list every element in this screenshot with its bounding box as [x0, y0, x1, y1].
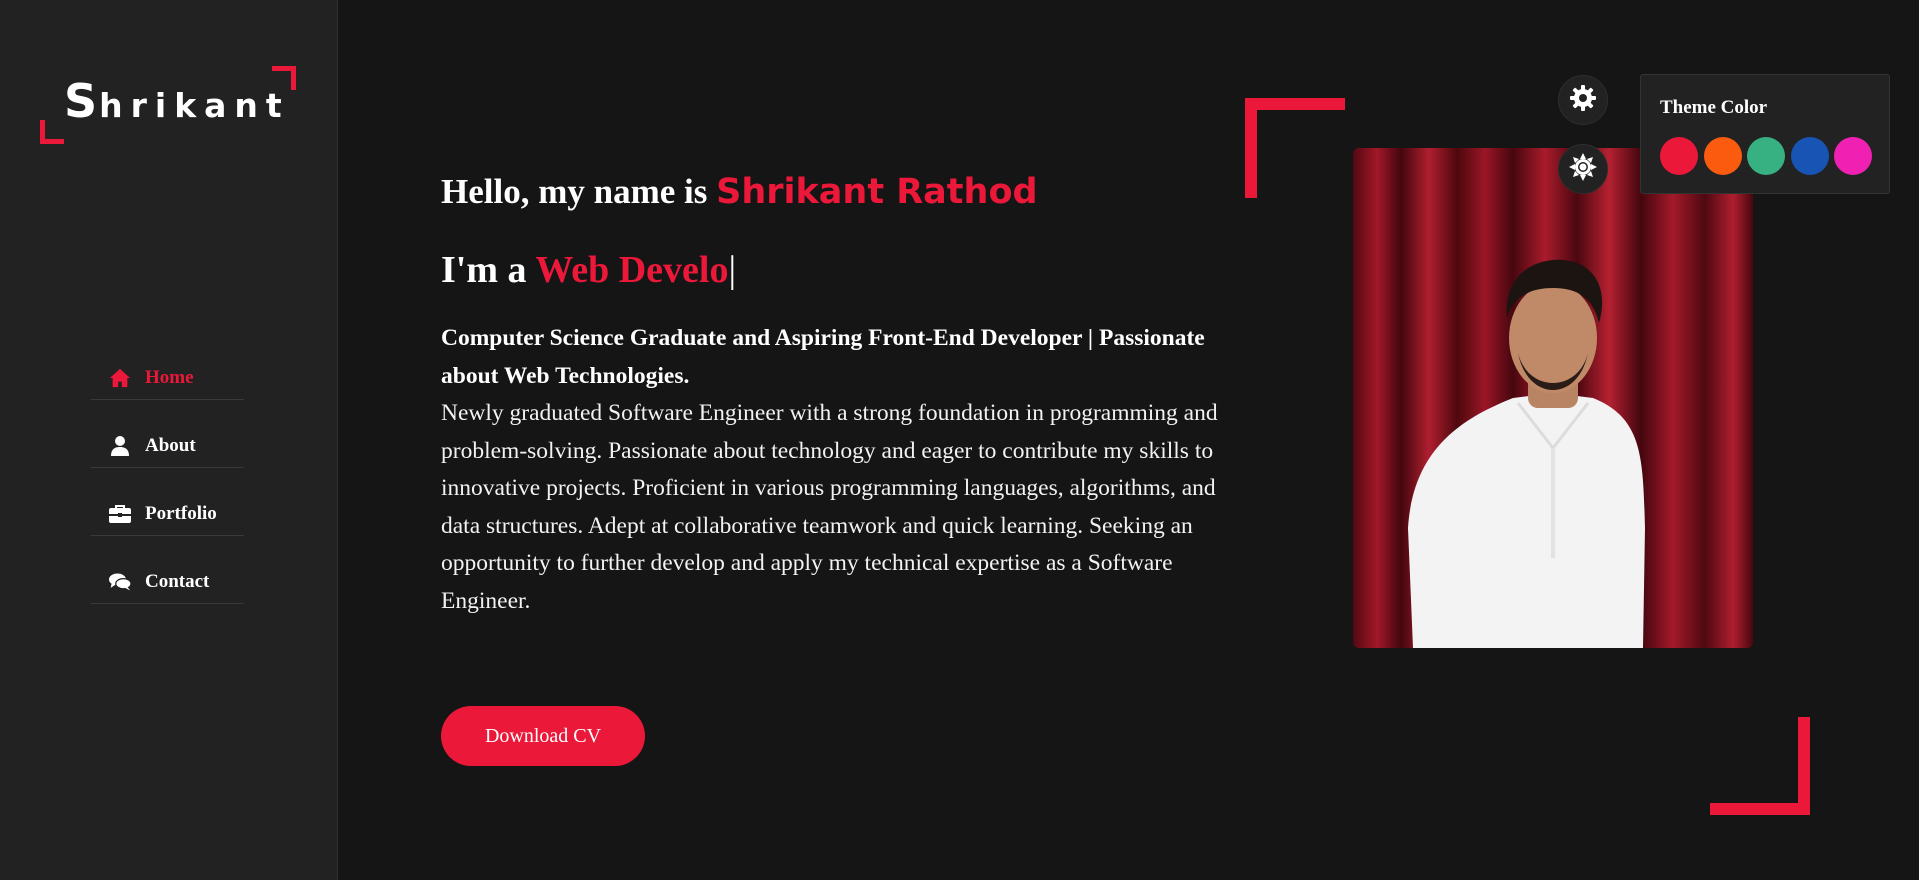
theme-swatch-blue[interactable]: [1790, 137, 1829, 175]
main-nav: Home About Portfolio Contact: [91, 356, 244, 628]
greeting-heading: Hello, my name is Shrikant Rathod: [441, 172, 1038, 212]
logo-corner-bottom-left: [40, 120, 64, 144]
greeting-text: Hello, my name is: [441, 172, 717, 211]
theme-color-panel: Theme Color: [1640, 74, 1890, 194]
nav-item-label: Portfolio: [145, 502, 217, 524]
bio-text: Newly graduated Software Engineer with a…: [441, 400, 1218, 614]
role-heading: I'm a Web Develo|: [441, 248, 736, 292]
logo-rest: hrikant: [99, 86, 290, 125]
settings-toggle-button[interactable]: [1558, 75, 1608, 125]
day-night-toggle-button[interactable]: [1558, 144, 1608, 194]
theme-swatch-orange[interactable]: [1703, 137, 1742, 175]
theme-swatches: [1660, 137, 1878, 175]
profile-photo: [1353, 148, 1753, 648]
greeting-name: Shrikant Rathod: [716, 172, 1038, 212]
typing-cursor: |: [728, 249, 737, 291]
bio-headline: Computer Science Graduate and Aspiring F…: [441, 325, 1205, 389]
sun-icon: [1569, 152, 1597, 186]
logo[interactable]: Shrikant: [40, 66, 296, 144]
home-section: Hello, my name is Shrikant Rathod I'm a …: [338, 0, 1919, 880]
theme-swatch-green[interactable]: [1747, 137, 1785, 175]
comments-icon: [109, 571, 131, 593]
download-cv-button[interactable]: Download CV: [441, 706, 645, 766]
role-typed-text: Web Develo: [535, 249, 729, 291]
role-prefix: I'm a: [441, 249, 536, 291]
sidebar: Shrikant Home About Portfolio Contact: [0, 0, 338, 880]
theme-swatch-pink[interactable]: [1834, 137, 1872, 175]
briefcase-icon: [109, 503, 131, 525]
nav-item-label: About: [145, 434, 196, 456]
user-icon: [109, 435, 131, 457]
nav-item-label: Home: [145, 366, 194, 388]
nav-item-about[interactable]: About: [91, 424, 244, 468]
nav-item-portfolio[interactable]: Portfolio: [91, 492, 244, 536]
nav-item-contact[interactable]: Contact: [91, 560, 244, 604]
nav-item-home[interactable]: Home: [91, 356, 244, 400]
theme-swatch-red[interactable]: [1660, 137, 1698, 175]
theme-color-title: Theme Color: [1660, 97, 1768, 118]
logo-text: Shrikant: [64, 74, 290, 128]
frame-corner-bottom-right: [1710, 717, 1810, 815]
nav-item-label: Contact: [145, 570, 210, 592]
frame-corner-top-left: [1245, 98, 1345, 198]
home-icon: [109, 367, 131, 389]
logo-first-letter: S: [64, 74, 100, 128]
gear-icon: [1570, 84, 1596, 116]
bio-paragraph: Computer Science Graduate and Aspiring F…: [441, 320, 1241, 620]
